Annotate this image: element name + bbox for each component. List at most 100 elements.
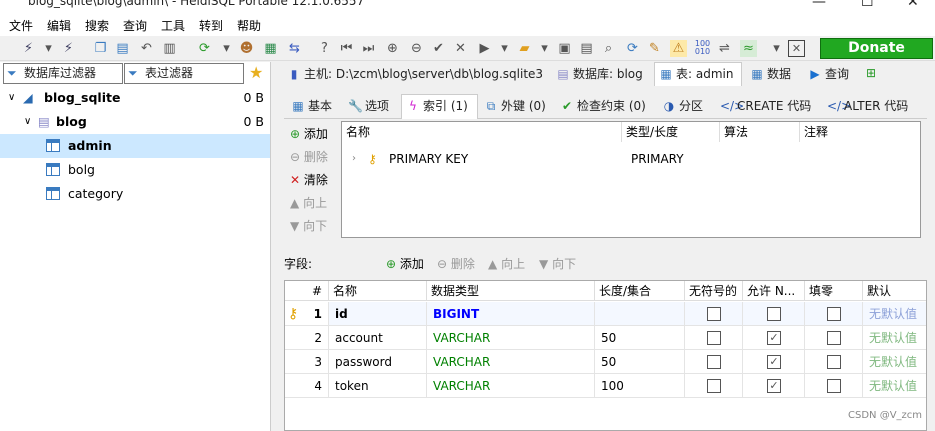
disconnect-icon[interactable]: ⚡ (60, 40, 77, 57)
index-clear-button[interactable]: ✕ 清除 (290, 171, 328, 188)
column-header[interactable]: 数据类型 (427, 281, 595, 301)
search-icon[interactable]: ⌕ (600, 40, 617, 57)
field-name[interactable]: id (329, 302, 427, 326)
binary-icon[interactable]: 100 010 (694, 40, 711, 57)
menu-search[interactable]: 搜索 (85, 17, 109, 34)
column-header[interactable]: 无符号的 (685, 281, 743, 301)
field-default[interactable]: 无默认值 (863, 374, 926, 398)
close-button[interactable]: ✕ (907, 0, 919, 10)
table-filter-input[interactable]: ⏷ 表过滤器 (124, 63, 244, 84)
last-icon[interactable]: ⏭ (360, 40, 377, 57)
open-folder-icon[interactable]: ▰ (516, 40, 533, 57)
field-type[interactable]: BIGINT (427, 302, 595, 326)
run-icon[interactable]: ▶ (476, 40, 493, 57)
refresh-icon[interactable]: ⟳ (196, 40, 213, 57)
menu-help[interactable]: 帮助 (237, 17, 261, 34)
ok-icon[interactable]: ✔ (430, 40, 447, 57)
remove-row-icon[interactable]: ⊖ (408, 40, 425, 57)
zerofill-checkbox[interactable] (827, 355, 841, 369)
field-length[interactable]: 50 (595, 326, 685, 350)
tab-foreign-keys[interactable]: ⧉ 外键 (0) (480, 95, 552, 118)
allow-null-checkbox[interactable]: ✓ (767, 379, 781, 393)
column-header[interactable]: 允许 N... (743, 281, 805, 301)
undo-icon[interactable]: ↶ (138, 40, 155, 57)
column-header[interactable]: 名称 (329, 281, 427, 301)
menu-file[interactable]: 文件 (9, 17, 33, 34)
dropdown-arrow-icon[interactable]: ▾ (218, 40, 235, 57)
menu-goto[interactable]: 转到 (199, 17, 223, 34)
field-default[interactable]: 无默认值 (863, 350, 926, 374)
tree-item-table-admin[interactable]: admin (0, 134, 270, 158)
index-add-button[interactable]: ⊕ 添加 (290, 125, 328, 142)
dropdown-arrow-icon[interactable]: ▾ (536, 40, 553, 57)
field-type[interactable]: VARCHAR (427, 374, 595, 398)
column-header[interactable]: 注释 (800, 122, 920, 142)
find-icon[interactable]: ▤ (578, 40, 595, 57)
minimize-button[interactable]: — (812, 0, 826, 10)
add-row-icon[interactable]: ⊕ (384, 40, 401, 57)
table-row[interactable]: 2 account VARCHAR 50 ✓ 无默认值 (285, 326, 926, 350)
replace-icon[interactable]: ⟳ (624, 40, 641, 57)
field-type[interactable]: VARCHAR (427, 350, 595, 374)
unsigned-checkbox[interactable] (707, 379, 721, 393)
tab-host[interactable]: ▮ 主机: D:\zcm\blog\server\db\blog.sqlite3 (283, 63, 548, 86)
tab-check-constraints[interactable]: ✔ 检查约束 (0) (556, 95, 654, 118)
menu-query[interactable]: 查询 (123, 17, 147, 34)
print-icon[interactable]: ▥ (161, 40, 178, 57)
export-icon[interactable]: ▦ (262, 40, 279, 57)
allow-null-checkbox[interactable]: ✓ (767, 355, 781, 369)
column-header[interactable]: 名称 (342, 122, 622, 142)
copy-icon[interactable]: ❐ (92, 40, 109, 57)
tab-table[interactable]: ▦ 表: admin (654, 62, 742, 86)
field-default[interactable]: 无默认值 (863, 326, 926, 350)
tree-item-table-bolg[interactable]: bolg (0, 158, 270, 182)
field-length[interactable] (595, 302, 685, 326)
field-default[interactable]: 无默认值 (863, 302, 926, 326)
tab-query[interactable]: ▶ 查询 (804, 63, 860, 86)
exit-icon[interactable]: ✕ (788, 40, 805, 57)
tree-item-server[interactable]: ∨ ◢ blog_sqlite 0 B (0, 86, 270, 110)
table-row[interactable]: ⚷ 1 id BIGINT 无默认值 (285, 302, 926, 326)
code-completion-icon[interactable]: ≈ (740, 40, 757, 57)
dropdown-arrow-icon[interactable]: ▾ (496, 40, 513, 57)
index-up-button[interactable]: ▲ 向上 (290, 194, 327, 211)
warning-icon[interactable]: ⚠ (670, 40, 687, 57)
index-remove-button[interactable]: ⊖ 删除 (290, 148, 328, 165)
column-header[interactable]: 填零 (805, 281, 863, 301)
column-header[interactable]: 默认 (863, 281, 926, 301)
connect-icon[interactable]: ⚡ (20, 40, 37, 57)
dropdown-arrow-icon[interactable]: ▾ (40, 40, 57, 57)
collapse-chevron-icon[interactable]: ∨ (24, 110, 31, 134)
save-icon[interactable]: ▣ (556, 40, 573, 57)
unsigned-checkbox[interactable] (707, 355, 721, 369)
help-icon[interactable]: ? (316, 40, 333, 57)
field-name[interactable]: password (329, 350, 427, 374)
tab-partitions[interactable]: ◑ 分区 (658, 95, 712, 118)
user-manager-icon[interactable]: ☻ (238, 40, 255, 57)
tab-indexes[interactable]: ϟ 索引 (1) (401, 94, 478, 119)
menu-tools[interactable]: 工具 (161, 17, 185, 34)
index-row[interactable]: › ⚷ PRIMARY KEY PRIMARY (342, 148, 920, 170)
collapse-chevron-icon[interactable]: ∨ (8, 86, 15, 110)
allow-null-checkbox[interactable]: ✓ (767, 331, 781, 345)
zerofill-checkbox[interactable] (827, 379, 841, 393)
tree-item-table-category[interactable]: category (0, 182, 270, 206)
transfer-icon[interactable]: ⇆ (286, 40, 303, 57)
new-query-tab-icon[interactable]: ⊞ (866, 66, 876, 80)
field-length[interactable]: 100 (595, 374, 685, 398)
column-header[interactable]: # (285, 281, 329, 301)
field-type[interactable]: VARCHAR (427, 326, 595, 350)
field-name[interactable]: token (329, 374, 427, 398)
column-header[interactable]: 类型/长度 (622, 122, 720, 142)
tab-basic[interactable]: ▦ 基本 (287, 95, 342, 118)
dropdown-arrow-icon[interactable]: ▾ (768, 40, 785, 57)
menu-edit[interactable]: 编辑 (47, 17, 71, 34)
unsigned-checkbox[interactable] (707, 331, 721, 345)
wrap-icon[interactable]: ⇌ (716, 40, 733, 57)
field-name[interactable]: account (329, 326, 427, 350)
beautify-icon[interactable]: ✎ (646, 40, 663, 57)
field-add-button[interactable]: ⊕ 添加 (386, 255, 424, 272)
table-row[interactable]: 4 token VARCHAR 100 ✓ 无默认值 (285, 374, 926, 398)
zerofill-checkbox[interactable] (827, 307, 841, 321)
field-down-button[interactable]: ▼ 向下 (539, 255, 576, 272)
